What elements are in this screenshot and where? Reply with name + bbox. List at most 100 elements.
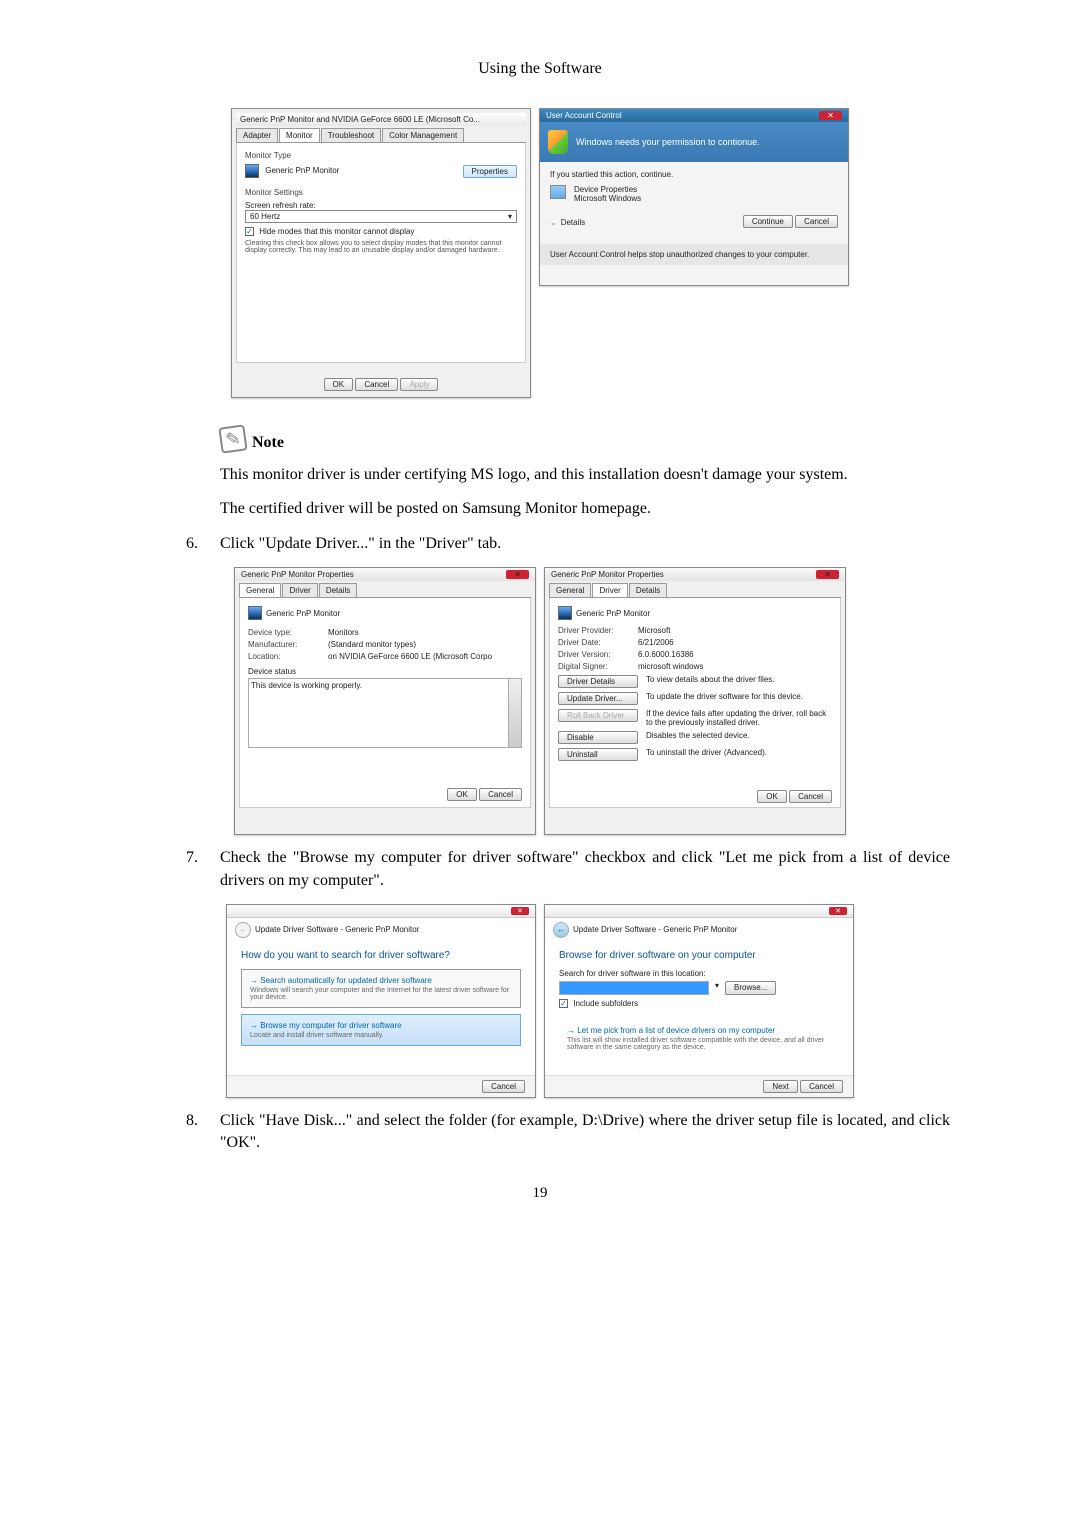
close-icon[interactable]: ✕ xyxy=(506,570,529,579)
update-driver-desc: To update the driver software for this d… xyxy=(646,692,832,701)
screenshot-row-3: ✕ ← Update Driver Software - Generic PnP… xyxy=(130,904,950,1098)
signer-value: microsoft windows xyxy=(638,662,703,671)
back-icon[interactable]: ← xyxy=(553,922,569,938)
provider-value: Microsoft xyxy=(638,626,670,635)
page-number: 19 xyxy=(130,1185,950,1202)
apply-button[interactable]: Apply xyxy=(400,378,438,391)
disable-button[interactable]: Disable xyxy=(558,731,638,744)
include-subfolders-checkbox[interactable]: ✓ xyxy=(559,999,568,1008)
uac-dialog: User Account Control ✕ Windows needs you… xyxy=(539,108,849,286)
tab-adapter[interactable]: Adapter xyxy=(236,128,278,142)
note-text-2: The certified driver will be posted on S… xyxy=(220,498,950,520)
monitor-type-label: Monitor Type xyxy=(245,151,517,160)
props-general-dialog: Generic PnP Monitor Properties ✕ General… xyxy=(234,567,536,835)
include-subfolders-label: Include subfolders xyxy=(573,999,638,1008)
tab-general[interactable]: General xyxy=(549,583,591,597)
tab-content: Monitor Type Generic PnP Monitor Propert… xyxy=(236,143,526,363)
device-type-value: Monitors xyxy=(328,628,359,637)
option-title: Search automatically for updated driver … xyxy=(260,976,432,985)
provider-label: Driver Provider: xyxy=(558,626,638,635)
monitor-icon xyxy=(550,185,566,199)
step-text: Check the "Browse my computer for driver… xyxy=(220,847,950,892)
ok-button[interactable]: OK xyxy=(447,788,477,801)
rollback-driver-desc: If the device fails after updating the d… xyxy=(646,709,832,727)
dialog-title: Generic PnP Monitor Properties xyxy=(551,570,664,579)
tab-troubleshoot[interactable]: Troubleshoot xyxy=(321,128,381,142)
uac-banner-text: Windows needs your permission to contion… xyxy=(576,137,760,147)
disable-desc: Disables the selected device. xyxy=(646,731,832,740)
uac-publisher: Microsoft Windows xyxy=(574,194,641,203)
close-icon[interactable]: ✕ xyxy=(816,570,839,579)
cancel-button[interactable]: Cancel xyxy=(479,788,522,801)
details-link[interactable]: Details xyxy=(561,218,585,227)
screenshot-row-2: Generic PnP Monitor Properties ✕ General… xyxy=(130,567,950,835)
option-let-me-pick[interactable]: → Let me pick from a list of device driv… xyxy=(559,1020,839,1057)
hide-modes-checkbox[interactable]: ✓ xyxy=(245,227,254,236)
monitor-settings-label: Monitor Settings xyxy=(245,188,517,197)
cancel-button[interactable]: Cancel xyxy=(482,1080,525,1093)
hide-modes-description: Clearing this check box allows you to se… xyxy=(245,240,517,254)
update-driver-button[interactable]: Update Driver... xyxy=(558,692,638,705)
tab-general[interactable]: General xyxy=(239,583,281,597)
note-label: Note xyxy=(252,434,284,452)
option-browse-computer[interactable]: → Browse my computer for driver software… xyxy=(241,1014,521,1046)
date-value: 6/21/2006 xyxy=(638,638,674,647)
location-input[interactable] xyxy=(559,981,709,995)
tab-driver[interactable]: Driver xyxy=(282,583,317,597)
step-6: 6. Click "Update Driver..." in the "Driv… xyxy=(186,533,950,555)
browse-button[interactable]: Browse... xyxy=(725,981,776,995)
close-icon[interactable]: ✕ xyxy=(511,907,529,915)
continue-button[interactable]: Continue xyxy=(743,215,793,228)
screenshot-row-1: Generic PnP Monitor and NVIDIA GeForce 6… xyxy=(130,108,950,398)
uac-program-name: Device Properties xyxy=(574,185,641,194)
option-auto-search[interactable]: → Search automatically for updated drive… xyxy=(241,969,521,1008)
wizard-search-dialog: ✕ ← Update Driver Software - Generic PnP… xyxy=(226,904,536,1098)
cancel-button[interactable]: Cancel xyxy=(355,378,398,391)
driver-details-desc: To view details about the driver files. xyxy=(646,675,832,684)
monitor-icon xyxy=(558,606,572,620)
step-8: 8. Click "Have Disk..." and select the f… xyxy=(186,1110,950,1155)
breadcrumb: Update Driver Software - Generic PnP Mon… xyxy=(573,925,737,934)
uninstall-desc: To uninstall the driver (Advanced). xyxy=(646,748,832,757)
uninstall-button[interactable]: Uninstall xyxy=(558,748,638,761)
version-label: Driver Version: xyxy=(558,650,638,659)
refresh-rate-dropdown[interactable]: 60 Hertz xyxy=(245,210,517,223)
wizard-heading: How do you want to search for driver sof… xyxy=(241,950,521,961)
version-value: 6.0.6000.16386 xyxy=(638,650,694,659)
location-label: Location: xyxy=(248,652,328,661)
tab-color-management[interactable]: Color Management xyxy=(382,128,464,142)
breadcrumb: Update Driver Software - Generic PnP Mon… xyxy=(255,925,419,934)
manufacturer-value: (Standard monitor types) xyxy=(328,640,416,649)
close-icon[interactable]: ✕ xyxy=(819,111,842,120)
hide-modes-label: Hide modes that this monitor cannot disp… xyxy=(259,227,414,236)
ok-button[interactable]: OK xyxy=(757,790,787,803)
monitor-icon xyxy=(248,606,262,620)
device-name: Generic PnP Monitor xyxy=(576,609,650,618)
cancel-button[interactable]: Cancel xyxy=(800,1080,843,1093)
tab-details[interactable]: Details xyxy=(629,583,667,597)
signer-label: Digital Signer: xyxy=(558,662,638,671)
step-text: Click "Update Driver..." in the "Driver"… xyxy=(220,533,950,555)
step-text: Click "Have Disk..." and select the fold… xyxy=(220,1110,950,1155)
rollback-driver-button[interactable]: Roll Back Driver xyxy=(558,709,638,722)
step-7: 7. Check the "Browse my computer for dri… xyxy=(186,847,950,892)
wizard-heading: Browse for driver software on your compu… xyxy=(559,950,839,961)
chevron-down-icon[interactable]: ⌄ xyxy=(550,218,557,227)
option-title: Let me pick from a list of device driver… xyxy=(577,1026,775,1035)
cancel-button[interactable]: Cancel xyxy=(789,790,832,803)
tab-details[interactable]: Details xyxy=(319,583,357,597)
step-number: 7. xyxy=(186,847,220,892)
next-button[interactable]: Next xyxy=(763,1080,797,1093)
ok-button[interactable]: OK xyxy=(324,378,354,391)
cancel-button[interactable]: Cancel xyxy=(795,215,838,228)
dialog-title: Generic PnP Monitor Properties xyxy=(241,570,354,579)
tabs: Adapter Monitor Troubleshoot Color Manag… xyxy=(236,128,526,143)
manufacturer-label: Manufacturer: xyxy=(248,640,328,649)
close-icon[interactable]: ✕ xyxy=(829,907,847,915)
tab-monitor[interactable]: Monitor xyxy=(279,128,320,142)
driver-details-button[interactable]: Driver Details xyxy=(558,675,638,688)
properties-button[interactable]: Properties xyxy=(463,165,517,178)
tab-driver[interactable]: Driver xyxy=(592,583,627,597)
back-icon[interactable]: ← xyxy=(235,922,251,938)
device-type-label: Device type: xyxy=(248,628,328,637)
